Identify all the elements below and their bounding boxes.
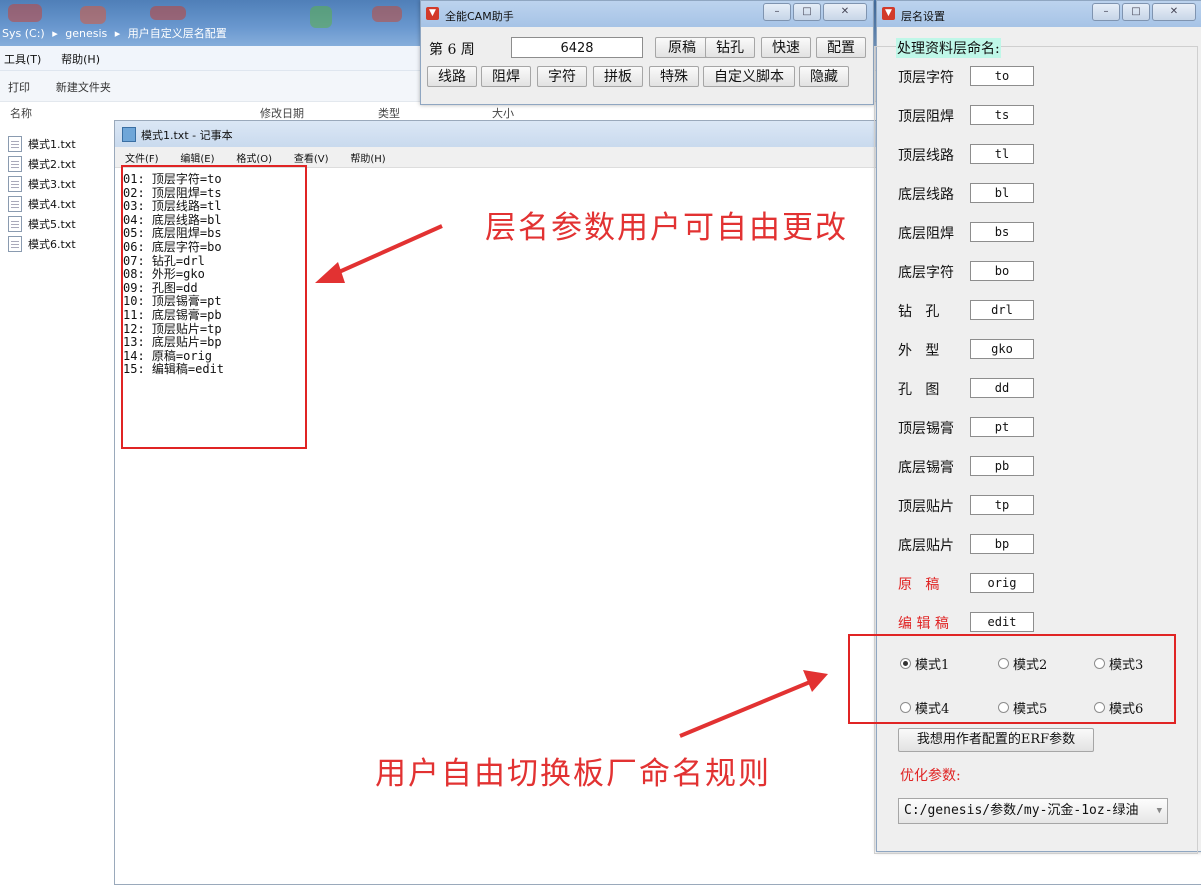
- cam-titlebar[interactable]: ▼ 全能CAM助手 – □ ✕: [421, 1, 873, 27]
- input-bottom-smd[interactable]: bp: [970, 534, 1034, 554]
- week-value-field[interactable]: 6428: [511, 37, 643, 58]
- silkscreen-button[interactable]: 字符: [537, 66, 587, 87]
- arrow-to-notepad: [315, 224, 443, 283]
- label-outline: 外 型: [898, 343, 940, 359]
- close-button[interactable]: ✕: [1152, 3, 1196, 21]
- input-original[interactable]: orig: [970, 573, 1034, 593]
- custom-script-button[interactable]: 自定义脚本: [703, 66, 795, 87]
- drill-button[interactable]: 钻孔: [705, 37, 755, 58]
- layer-titlebar[interactable]: ▼ 层名设置 – □ ✕: [877, 1, 1201, 27]
- input-outline[interactable]: gko: [970, 339, 1034, 359]
- input-edit[interactable]: edit: [970, 612, 1034, 632]
- close-button[interactable]: ✕: [823, 3, 867, 21]
- input-top-mask[interactable]: ts: [970, 105, 1034, 125]
- label-edit: 编 辑 稿: [898, 616, 949, 632]
- label-original: 原 稿: [898, 577, 940, 593]
- input-top-paste[interactable]: pt: [970, 417, 1034, 437]
- cam-title: 全能CAM助手: [445, 10, 514, 23]
- input-top-smd[interactable]: tp: [970, 495, 1034, 515]
- select-value: C:/genesis/参数/my-沉金-1oz-绿油: [904, 803, 1139, 818]
- layer-title: 层名设置: [901, 10, 945, 23]
- quick-button[interactable]: 快速: [761, 37, 811, 58]
- special-button[interactable]: 特殊: [649, 66, 699, 87]
- label-bottom-paste: 底层锡膏: [898, 460, 954, 476]
- optimization-label: 优化参数:: [900, 768, 961, 784]
- hide-button[interactable]: 隐藏: [799, 66, 849, 87]
- highlight-frame: [848, 634, 1176, 724]
- input-bottom-silk[interactable]: bo: [970, 261, 1034, 281]
- group-title: 处理资料层命名:: [896, 38, 1001, 58]
- cam-helper-window: ▼ 全能CAM助手 – □ ✕ 第 6 周 6428 原稿 钻孔 快速 配置 线…: [420, 0, 874, 105]
- label-drill-map: 孔 图: [898, 382, 940, 398]
- optimization-param-select[interactable]: C:/genesis/参数/my-沉金-1oz-绿油 ▼: [898, 798, 1168, 824]
- label-top-mask: 顶层阻焊: [898, 109, 954, 125]
- maximize-button[interactable]: □: [1122, 3, 1150, 21]
- input-top-silk[interactable]: to: [970, 66, 1034, 86]
- label-top-paste: 顶层锡膏: [898, 421, 954, 437]
- config-button[interactable]: 配置: [816, 37, 866, 58]
- input-bottom-circuit[interactable]: bl: [970, 183, 1034, 203]
- label-bottom-silk: 底层字符: [898, 265, 954, 281]
- input-top-circuit[interactable]: tl: [970, 144, 1034, 164]
- bull-logo-icon: ▼: [882, 7, 895, 20]
- original-button[interactable]: 原稿: [655, 37, 709, 58]
- label-top-smd: 顶层贴片: [898, 499, 954, 515]
- label-bottom-mask: 底层阻焊: [898, 226, 954, 242]
- input-drill-map[interactable]: dd: [970, 378, 1034, 398]
- input-bottom-mask[interactable]: bs: [970, 222, 1034, 242]
- week-label: 第 6 周: [429, 42, 475, 58]
- circuit-button[interactable]: 线路: [427, 66, 477, 87]
- maximize-button[interactable]: □: [793, 3, 821, 21]
- use-author-erf-button[interactable]: 我想用作者配置的ERF参数: [898, 728, 1094, 752]
- chevron-down-icon: ▼: [1156, 806, 1162, 816]
- label-top-circuit: 顶层线路: [898, 148, 954, 164]
- label-drill: 钻 孔: [898, 304, 940, 320]
- arrow-to-modes: [679, 670, 828, 738]
- bull-logo-icon: ▼: [426, 7, 439, 20]
- panelize-button[interactable]: 拼板: [593, 66, 643, 87]
- minimize-button[interactable]: –: [1092, 3, 1120, 21]
- label-bottom-circuit: 底层线路: [898, 187, 954, 203]
- label-bottom-smd: 底层贴片: [898, 538, 954, 554]
- input-bottom-paste[interactable]: pb: [970, 456, 1034, 476]
- minimize-button[interactable]: –: [763, 3, 791, 21]
- soldermask-button[interactable]: 阻焊: [481, 66, 531, 87]
- input-drill[interactable]: drl: [970, 300, 1034, 320]
- label-top-silk: 顶层字符: [898, 70, 954, 86]
